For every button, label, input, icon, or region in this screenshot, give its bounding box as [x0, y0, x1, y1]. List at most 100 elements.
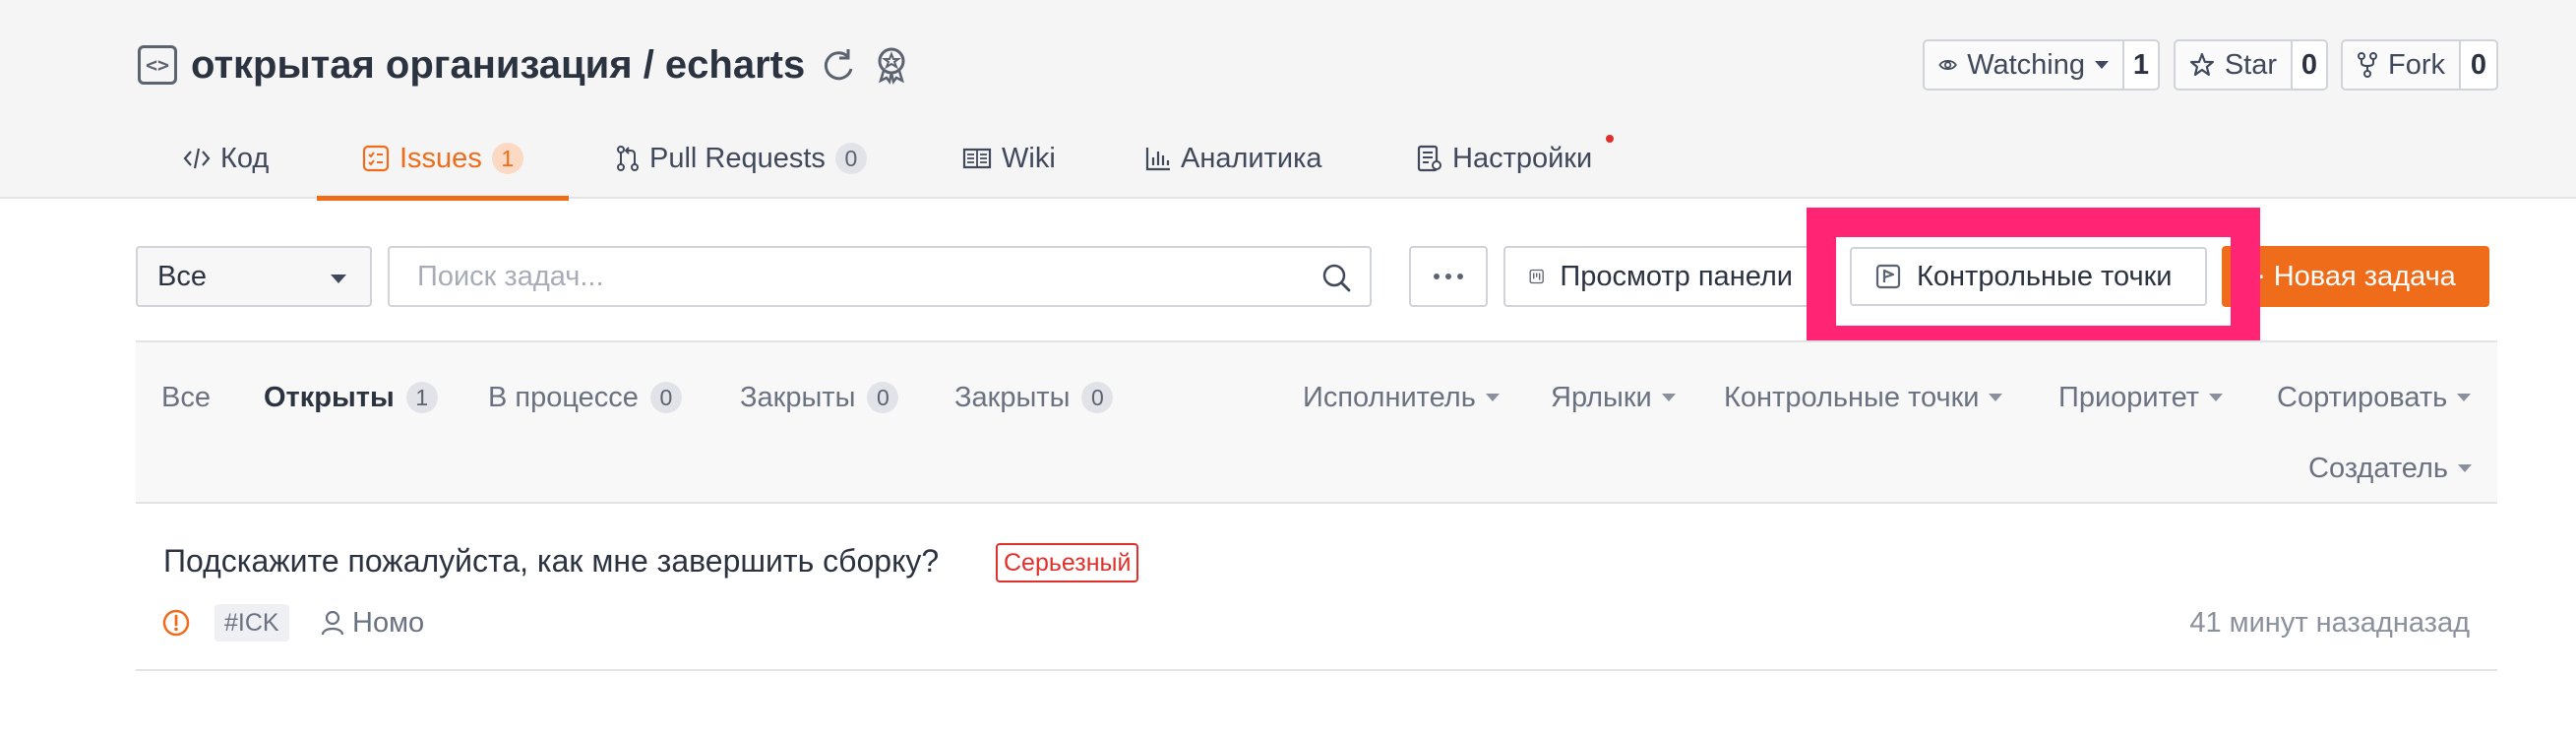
fork-button-group: Fork 0: [2341, 39, 2498, 91]
fork-label: Fork: [2388, 48, 2445, 81]
settings-notification-dot: [1606, 135, 1614, 143]
repo-header: <> открытая организация / echarts Watchi…: [0, 0, 2576, 201]
filter-priority[interactable]: Приоритет: [2058, 376, 2224, 419]
award-icon[interactable]: [872, 45, 911, 85]
more-dots-icon: [1457, 274, 1463, 279]
search-icon[interactable]: [1320, 262, 1352, 293]
state-tab-open[interactable]: Открыты 1: [264, 376, 438, 419]
filter-labels[interactable]: Ярлыки: [1551, 376, 1676, 419]
code-box-icon: <>: [138, 45, 177, 85]
fork-icon: [2358, 52, 2377, 78]
filter-label: Контрольные точки: [1724, 381, 1980, 413]
fork-button[interactable]: Fork: [2343, 41, 2461, 89]
tab-wiki[interactable]: Wiki: [962, 118, 1056, 199]
filter-assignee[interactable]: Исполнитель: [1303, 376, 1500, 419]
filter-label: Ярлыки: [1551, 381, 1652, 413]
state-tab-label: В процессе: [488, 381, 639, 413]
count-badge: 0: [649, 382, 682, 413]
more-dots-icon: [1434, 274, 1440, 279]
tab-issues[interactable]: Issues 1: [317, 118, 569, 201]
chevron-down-icon: [1485, 394, 1500, 401]
chevron-down-icon: [2457, 464, 2472, 472]
chevron-down-icon: [1661, 394, 1676, 401]
filter-creator[interactable]: Создатель: [2308, 447, 2472, 490]
tab-pull-requests[interactable]: Pull Requests 0: [616, 118, 867, 199]
tab-label: Настройки: [1452, 142, 1593, 174]
star-button-group: Star 0: [2174, 39, 2328, 91]
author-name: Номо: [352, 606, 425, 639]
watch-count[interactable]: 1: [2124, 41, 2158, 89]
watch-button-group: Watching 1: [1923, 39, 2160, 91]
issue-author[interactable]: Номо: [321, 602, 424, 643]
watch-label: Watching: [1967, 48, 2085, 81]
open-issue-icon: [162, 609, 190, 637]
issues-count-badge: 1: [491, 143, 523, 174]
repo-tabs: Код Issues 1 Pull Requests 0 Wiki Аналит…: [0, 118, 2576, 201]
board-view-label: Просмотр панели: [1560, 260, 1793, 292]
user-icon: [321, 610, 344, 636]
issue-search: [388, 246, 1372, 307]
star-count[interactable]: 0: [2293, 41, 2326, 89]
state-tab-label: Все: [161, 381, 211, 413]
state-tab-label: Закрыты: [740, 381, 856, 413]
filter-label: Создатель: [2308, 452, 2448, 484]
chevron-down-icon: [2209, 394, 2224, 401]
milestone-flag-icon: [1875, 264, 1901, 289]
issue-filter-value: Все: [157, 260, 207, 292]
filter-sort[interactable]: Сортировать: [2277, 376, 2472, 419]
tab-label: Wiki: [1002, 142, 1056, 174]
tab-settings[interactable]: Настройки: [1417, 118, 1592, 199]
state-tab-in-progress[interactable]: В процессе 0: [488, 376, 682, 419]
issue-severity-label[interactable]: Серьезный: [996, 543, 1139, 582]
settings-doc-icon: [1417, 145, 1441, 172]
count-badge: 1: [405, 382, 438, 413]
issue-filter-select[interactable]: Все: [136, 246, 372, 307]
chevron-down-icon: [2457, 394, 2472, 401]
issue-id[interactable]: #ICK: [215, 604, 289, 642]
new-issue-button[interactable]: + Новая задача: [2222, 246, 2489, 307]
star-icon: [2189, 52, 2214, 77]
bar-chart-icon: [1145, 148, 1170, 171]
issue-row[interactable]: Подскажите пожалуйста, как мне завершить…: [136, 504, 2497, 671]
star-label: Star: [2224, 48, 2277, 81]
filter-milestones[interactable]: Контрольные точки: [1724, 376, 2003, 419]
kanban-icon: [1529, 269, 1544, 284]
state-tab-all[interactable]: Все: [161, 376, 211, 419]
filter-label: Приоритет: [2058, 381, 2200, 413]
star-button[interactable]: Star: [2176, 41, 2293, 89]
tab-code[interactable]: Код: [183, 118, 269, 199]
tab-label: Pull Requests: [649, 142, 826, 174]
issue-title[interactable]: Подскажите пожалуйста, как мне завершить…: [163, 543, 939, 580]
eye-icon: [1938, 60, 1957, 70]
more-dots-icon: [1445, 274, 1451, 279]
more-options-button[interactable]: [1409, 246, 1488, 307]
repo-name[interactable]: открытая организация / echarts: [191, 43, 805, 88]
chevron-down-icon: [2095, 61, 2109, 69]
chevron-down-icon: [1989, 394, 2003, 401]
count-badge: 0: [1081, 382, 1114, 413]
issue-filter-panel: Все Открыты 1 В процессе 0 Закрыты 0 Зак…: [136, 340, 2497, 504]
search-input[interactable]: [390, 248, 1275, 305]
board-view-button[interactable]: Просмотр панели: [1503, 246, 1818, 307]
filter-label: Сортировать: [2277, 381, 2448, 413]
issue-timestamp: 41 минут назадназад: [2189, 606, 2470, 639]
sync-icon[interactable]: [819, 45, 858, 85]
tab-analytics[interactable]: Аналитика: [1145, 118, 1322, 199]
fork-count[interactable]: 0: [2461, 41, 2496, 89]
watch-button[interactable]: Watching: [1925, 41, 2124, 89]
pull-requests-count-badge: 0: [834, 143, 867, 174]
repo-title-bar: <> открытая организация / echarts: [138, 37, 911, 92]
code-icon: [183, 148, 211, 169]
state-tab-closed[interactable]: Закрыты 0: [740, 376, 899, 419]
tab-label: Issues: [399, 142, 482, 174]
chevron-down-icon: [331, 275, 346, 283]
milestones-button[interactable]: Контрольные точки: [1850, 247, 2207, 306]
issues-icon: [362, 145, 390, 172]
count-badge: 0: [867, 382, 899, 413]
filter-label: Исполнитель: [1303, 381, 1476, 413]
pull-request-icon: [617, 146, 639, 171]
book-icon: [962, 148, 992, 169]
state-tab-closed-2[interactable]: Закрыты 0: [954, 376, 1114, 419]
tab-label: Аналитика: [1181, 142, 1322, 174]
tab-label: Код: [220, 142, 270, 174]
